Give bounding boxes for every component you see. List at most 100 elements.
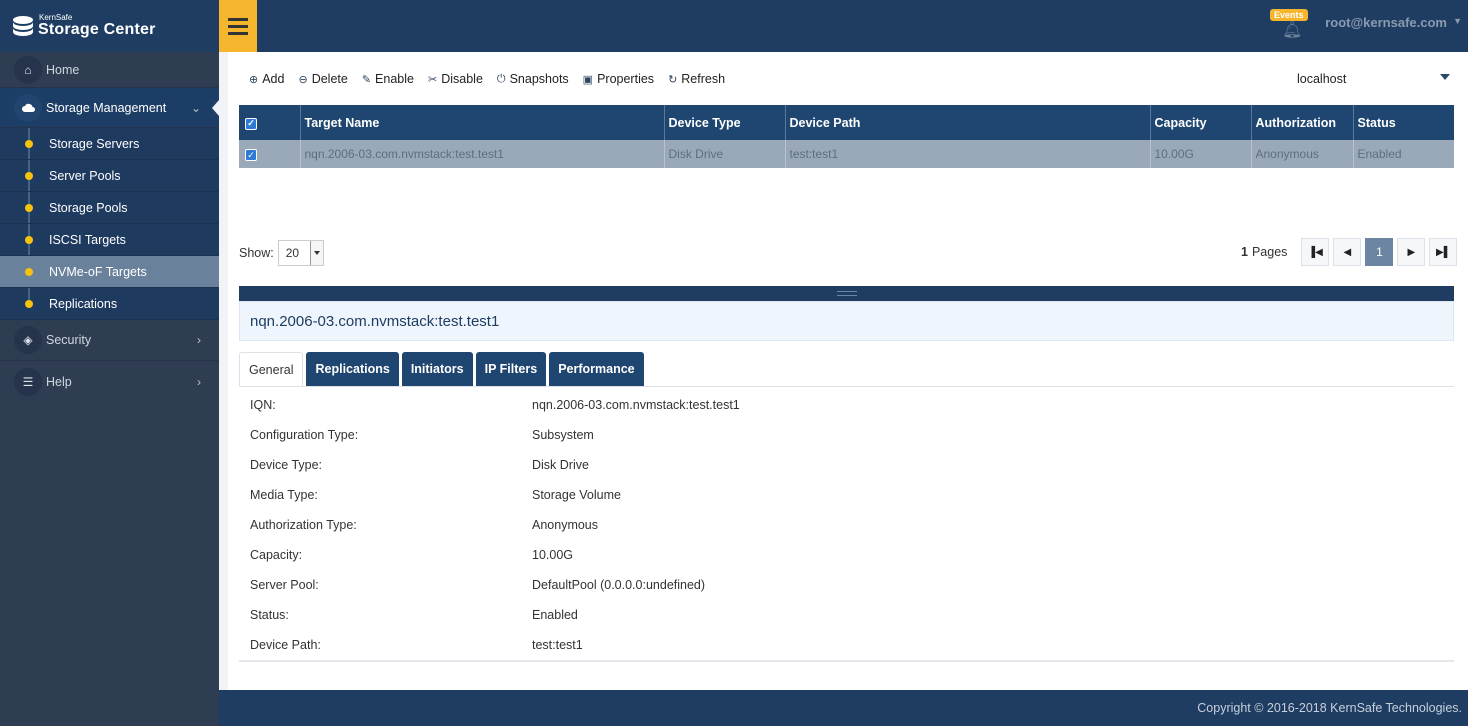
brand-logo[interactable]: KernSafe Storage Center: [0, 0, 219, 52]
bullet-dot-icon: [25, 172, 33, 180]
column-header[interactable]: Capacity: [1150, 105, 1252, 140]
caret-down-icon[interactable]: [1440, 74, 1450, 80]
drag-handle-icon[interactable]: [836, 291, 857, 296]
sidebar-item-storage-servers[interactable]: Storage Servers: [0, 128, 219, 160]
sidebar-item-label: ISCSI Targets: [49, 232, 126, 247]
tab-ip-filters[interactable]: IP Filters: [475, 352, 547, 386]
column-header[interactable]: Authorization: [1251, 105, 1354, 140]
sidebar-item-security[interactable]: ◈ Security ›: [0, 320, 219, 361]
content-panel: ⊕ Add ⊖ Delete ✎ Enable ✂ Disable ⏻ Snapshots…: [228, 52, 1468, 690]
row-checkbox[interactable]: ✓: [245, 149, 257, 162]
cell-device-path: test:test1: [785, 140, 1151, 168]
copyright-text: Copyright © 2016-2018 KernSafe Technolog…: [1197, 701, 1462, 715]
column-header[interactable]: Status: [1353, 105, 1454, 140]
first-page-button[interactable]: ▐◀: [1301, 238, 1330, 266]
property-value: nqn.2006-03.com.nvmstack:test.test1: [532, 398, 740, 412]
caret-down-icon[interactable]: ▼: [1453, 16, 1462, 26]
property-row: Server Pool: DefaultPool (0.0.0.0:undefin…: [239, 570, 1454, 600]
list-icon: ☰: [14, 367, 42, 396]
disable-button[interactable]: ✂ Disable: [428, 72, 483, 86]
sidebar-item-storage-pools[interactable]: Storage Pools: [0, 192, 219, 224]
property-value: Storage Volume: [532, 488, 621, 502]
detail-tabs: General Replications Initiators IP Filte…: [239, 352, 644, 386]
footer: Copyright © 2016-2018 KernSafe Technolog…: [219, 690, 1468, 726]
property-row: Device Type: Disk Drive: [239, 450, 1454, 480]
show-label: Show:: [239, 246, 274, 260]
bullet-dot-icon: [25, 236, 33, 244]
row-select-cell[interactable]: ✓: [239, 140, 301, 168]
sidebar-item-home[interactable]: ⌂ Home: [0, 52, 219, 88]
events-badge[interactable]: Events: [1270, 9, 1308, 21]
chevron-right-icon: ›: [197, 374, 201, 389]
delete-button[interactable]: ⊖ Delete: [298, 72, 347, 86]
resize-splitter[interactable]: [239, 286, 1454, 301]
table-row[interactable]: ✓ nqn.2006-03.com.nvmstack:test.test1 Di…: [239, 140, 1454, 168]
bullet-dot-icon: [25, 140, 33, 148]
sidebar-item-label: Server Pools: [49, 168, 121, 183]
sidebar-item-label: Storage Servers: [49, 136, 140, 151]
property-key: Authorization Type:: [250, 518, 357, 532]
sidebar-item-label: Home: [46, 62, 80, 77]
property-key: Status:: [250, 608, 289, 622]
property-row: Device Path: test:test1: [239, 630, 1454, 660]
sidebar-item-replications[interactable]: Replications: [0, 288, 219, 320]
menu-toggle-button[interactable]: [219, 0, 257, 52]
disable-label: Disable: [441, 72, 483, 86]
refresh-button[interactable]: ↻ Refresh: [668, 72, 725, 86]
sidebar-item-help[interactable]: ☰ Help ›: [0, 361, 219, 402]
host-select[interactable]: localhost: [1297, 72, 1346, 86]
enable-button[interactable]: ✎ Enable: [362, 72, 414, 86]
database-logo-icon: [13, 16, 33, 36]
properties-label: Properties: [597, 72, 655, 86]
sidebar-item-label: Replications: [49, 296, 118, 311]
sidebar-item-label: Storage Management: [46, 100, 167, 115]
delete-label: Delete: [311, 72, 348, 86]
bullet-dot-icon: [25, 300, 33, 308]
sidebar-item-label: Help: [46, 374, 72, 389]
brand-text: KernSafe Storage Center: [38, 14, 156, 38]
caret-down-icon[interactable]: [309, 241, 323, 265]
active-indicator: [212, 100, 219, 116]
property-row: IQN: nqn.2006-03.com.nvmstack:test.test1: [239, 390, 1454, 420]
sidebar-item-server-pools[interactable]: Server Pools: [0, 160, 219, 192]
tab-replications[interactable]: Replications: [306, 352, 399, 386]
add-label: Add: [262, 72, 285, 86]
chevron-down-icon: ⌄: [190, 100, 201, 115]
property-key: IQN:: [250, 398, 276, 412]
property-row: Authorization Type: Anonymous: [239, 510, 1454, 540]
column-header[interactable]: Device Path: [785, 105, 1151, 140]
bullet-dot-icon: [25, 268, 33, 276]
property-row: Status: Enabled: [239, 600, 1454, 630]
home-icon: ⌂: [14, 55, 42, 84]
storage-management-submenu: Storage Servers Server Pools Storage Poo…: [0, 128, 219, 320]
property-key: Device Path:: [250, 638, 321, 652]
column-header[interactable]: Device Type: [664, 105, 786, 140]
add-button[interactable]: ⊕ Add: [249, 72, 284, 86]
prev-page-button[interactable]: ◀: [1333, 238, 1362, 266]
pencil-icon: ✎: [361, 73, 372, 86]
page-size-select[interactable]: 20: [277, 240, 324, 266]
column-header[interactable]: Target Name: [300, 105, 665, 140]
sidebar-item-label: Storage Pools: [49, 200, 128, 215]
select-all-checkbox[interactable]: ✓: [245, 117, 257, 130]
tab-divider: [239, 386, 1454, 387]
bell-icon[interactable]: 🔔︎: [1282, 20, 1302, 40]
power-icon: ⏻: [496, 72, 506, 85]
pages-count: 1: [1241, 245, 1248, 259]
snapshots-button[interactable]: ⏻ Snapshots: [497, 72, 569, 86]
tab-performance[interactable]: Performance: [549, 352, 644, 386]
next-page-button[interactable]: ▶: [1397, 238, 1426, 266]
select-all-cell[interactable]: ✓: [239, 105, 301, 140]
sidebar-item-iscsi-targets[interactable]: ISCSI Targets: [0, 224, 219, 256]
properties-button[interactable]: ▣ Properties: [583, 72, 654, 86]
main-area: ⊕ Add ⊖ Delete ✎ Enable ✂ Disable ⏻ Snapshots…: [219, 52, 1468, 690]
sidebar-item-storage-management[interactable]: Storage Management ⌄: [0, 88, 219, 128]
last-page-button[interactable]: ▶▌: [1429, 238, 1458, 266]
sidebar-item-nvme-of-targets[interactable]: NVMe-oF Targets: [0, 256, 219, 288]
tab-initiators[interactable]: Initiators: [401, 352, 473, 386]
page-number-button[interactable]: 1: [1365, 238, 1394, 266]
tab-general[interactable]: General: [239, 352, 304, 386]
property-value: test:test1: [532, 638, 583, 652]
pages-label: Pages: [1251, 245, 1288, 259]
user-menu[interactable]: root@kernsafe.com: [1325, 15, 1447, 30]
